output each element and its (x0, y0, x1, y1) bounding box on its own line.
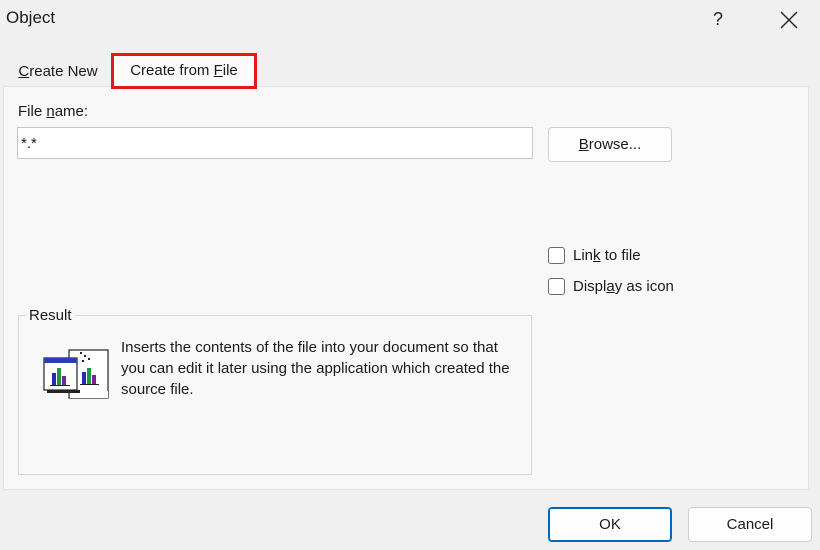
embed-object-icon (42, 346, 112, 402)
file-name-label: File name: (18, 103, 89, 120)
window-title: Object (6, 8, 56, 27)
help-button[interactable]: ? (705, 6, 731, 32)
link-to-file-checkbox[interactable] (548, 246, 565, 264)
result-description: Inserts the contents of the file into yo… (121, 339, 510, 398)
file-name-input[interactable] (17, 127, 533, 159)
tab-create-from-file[interactable]: Create from File (111, 53, 257, 89)
display-as-icon-label: Display as icon (573, 277, 674, 295)
cancel-button[interactable]: Cancel (688, 507, 812, 542)
display-as-icon-checkbox[interactable] (548, 277, 565, 295)
link-to-file-option[interactable]: Link to file (548, 244, 641, 266)
tab-create-new[interactable]: Create New (8, 58, 108, 85)
close-button[interactable] (776, 4, 802, 32)
close-icon (780, 11, 798, 29)
result-title: Result (26, 307, 75, 324)
link-to-file-label: Link to file (573, 246, 641, 264)
browse-button[interactable]: Browse... (548, 127, 672, 162)
ok-button[interactable]: OK (548, 507, 672, 542)
display-as-icon-option[interactable]: Display as icon (548, 275, 674, 297)
